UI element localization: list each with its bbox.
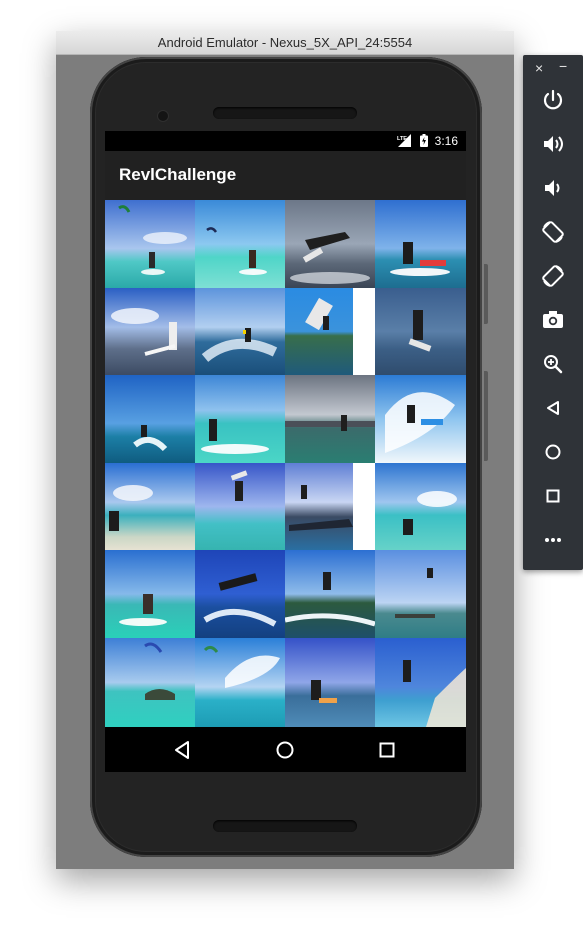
kitesurf-photo-22[interactable] xyxy=(195,638,285,727)
volume-up-button[interactable] xyxy=(538,129,568,159)
kitesurf-photo-16[interactable] xyxy=(375,463,466,550)
app-title: RevlChallenge xyxy=(119,165,237,184)
power-icon xyxy=(543,89,563,110)
kitesurf-photo-14[interactable] xyxy=(195,463,285,550)
kitesurf-photo-8[interactable] xyxy=(375,288,466,375)
rotate-right-icon xyxy=(542,265,564,287)
recents-icon[interactable] xyxy=(374,737,400,763)
window-title: Android Emulator - Nexus_5X_API_24:5554 xyxy=(157,35,413,50)
overview-icon xyxy=(546,489,560,503)
emulator-window: Android Emulator - Nexus_5X_API_24:5554 … xyxy=(56,31,514,869)
kitesurf-photo-4[interactable] xyxy=(375,200,466,288)
power-button[interactable] xyxy=(538,85,568,115)
emulator-toolbar: × − xyxy=(523,55,583,570)
photo-grid xyxy=(105,200,466,727)
back-icon xyxy=(547,401,559,415)
close-button[interactable]: × xyxy=(535,60,543,76)
device-screen[interactable]: LTE 3:16 RevlChallenge xyxy=(105,131,466,772)
kitesurf-photo-17[interactable] xyxy=(105,550,195,638)
more-button[interactable] xyxy=(538,525,568,555)
lte-signal-icon: LTE xyxy=(397,134,411,147)
back-icon[interactable] xyxy=(170,737,196,763)
home-icon xyxy=(545,444,561,460)
kitesurf-photo-12[interactable] xyxy=(375,375,466,463)
battery-icon xyxy=(420,134,428,147)
toolbar-overview-button[interactable] xyxy=(538,481,568,511)
toolbar-header: × − xyxy=(523,55,583,81)
kitesurf-photo-15[interactable] xyxy=(285,463,375,550)
volume-down-button[interactable] xyxy=(538,173,568,203)
front-camera xyxy=(158,111,168,121)
kitesurf-photo-13[interactable] xyxy=(105,463,195,550)
zoom-icon xyxy=(544,355,563,374)
volume-up-icon xyxy=(544,136,563,152)
window-titlebar[interactable]: Android Emulator - Nexus_5X_API_24:5554 xyxy=(56,31,514,55)
home-icon[interactable] xyxy=(272,737,298,763)
kitesurf-photo-23[interactable] xyxy=(285,638,375,727)
bottom-speaker xyxy=(213,820,357,832)
kitesurf-photo-20[interactable] xyxy=(375,550,466,638)
camera-icon xyxy=(543,311,563,328)
more-icon xyxy=(545,538,561,542)
kitesurf-photo-7[interactable] xyxy=(285,288,375,375)
toolbar-home-button[interactable] xyxy=(538,437,568,467)
rotate-left-icon xyxy=(542,221,564,243)
kitesurf-photo-6[interactable] xyxy=(195,288,285,375)
kitesurf-photo-19[interactable] xyxy=(285,550,375,638)
volume-down-icon xyxy=(545,180,560,196)
kitesurf-photo-21[interactable] xyxy=(105,638,195,727)
svg-text:LTE: LTE xyxy=(397,136,407,142)
kitesurf-photo-9[interactable] xyxy=(105,375,195,463)
kitesurf-photo-18[interactable] xyxy=(195,550,285,638)
kitesurf-photo-10[interactable] xyxy=(195,375,285,463)
screenshot-button[interactable] xyxy=(538,305,568,335)
kitesurf-photo-11[interactable] xyxy=(285,375,375,463)
kitesurf-photo-3[interactable] xyxy=(285,200,375,288)
navigation-bar xyxy=(105,727,466,772)
kitesurf-photo-5[interactable] xyxy=(105,288,195,375)
phone-power-button xyxy=(484,264,488,324)
kitesurf-photo-1[interactable] xyxy=(105,200,195,288)
rotate-left-button[interactable] xyxy=(538,217,568,247)
app-bar: RevlChallenge xyxy=(105,151,466,200)
kitesurf-photo-2[interactable] xyxy=(195,200,285,288)
status-time: 3:16 xyxy=(434,134,458,148)
phone-volume-button xyxy=(484,371,488,461)
kitesurf-photo-24[interactable] xyxy=(375,638,466,727)
zoom-button[interactable] xyxy=(538,349,568,379)
earpiece-speaker xyxy=(213,107,357,119)
minimize-button[interactable]: − xyxy=(559,58,567,74)
toolbar-back-button[interactable] xyxy=(538,393,568,423)
status-bar: LTE 3:16 xyxy=(105,131,466,151)
rotate-right-button[interactable] xyxy=(538,261,568,291)
